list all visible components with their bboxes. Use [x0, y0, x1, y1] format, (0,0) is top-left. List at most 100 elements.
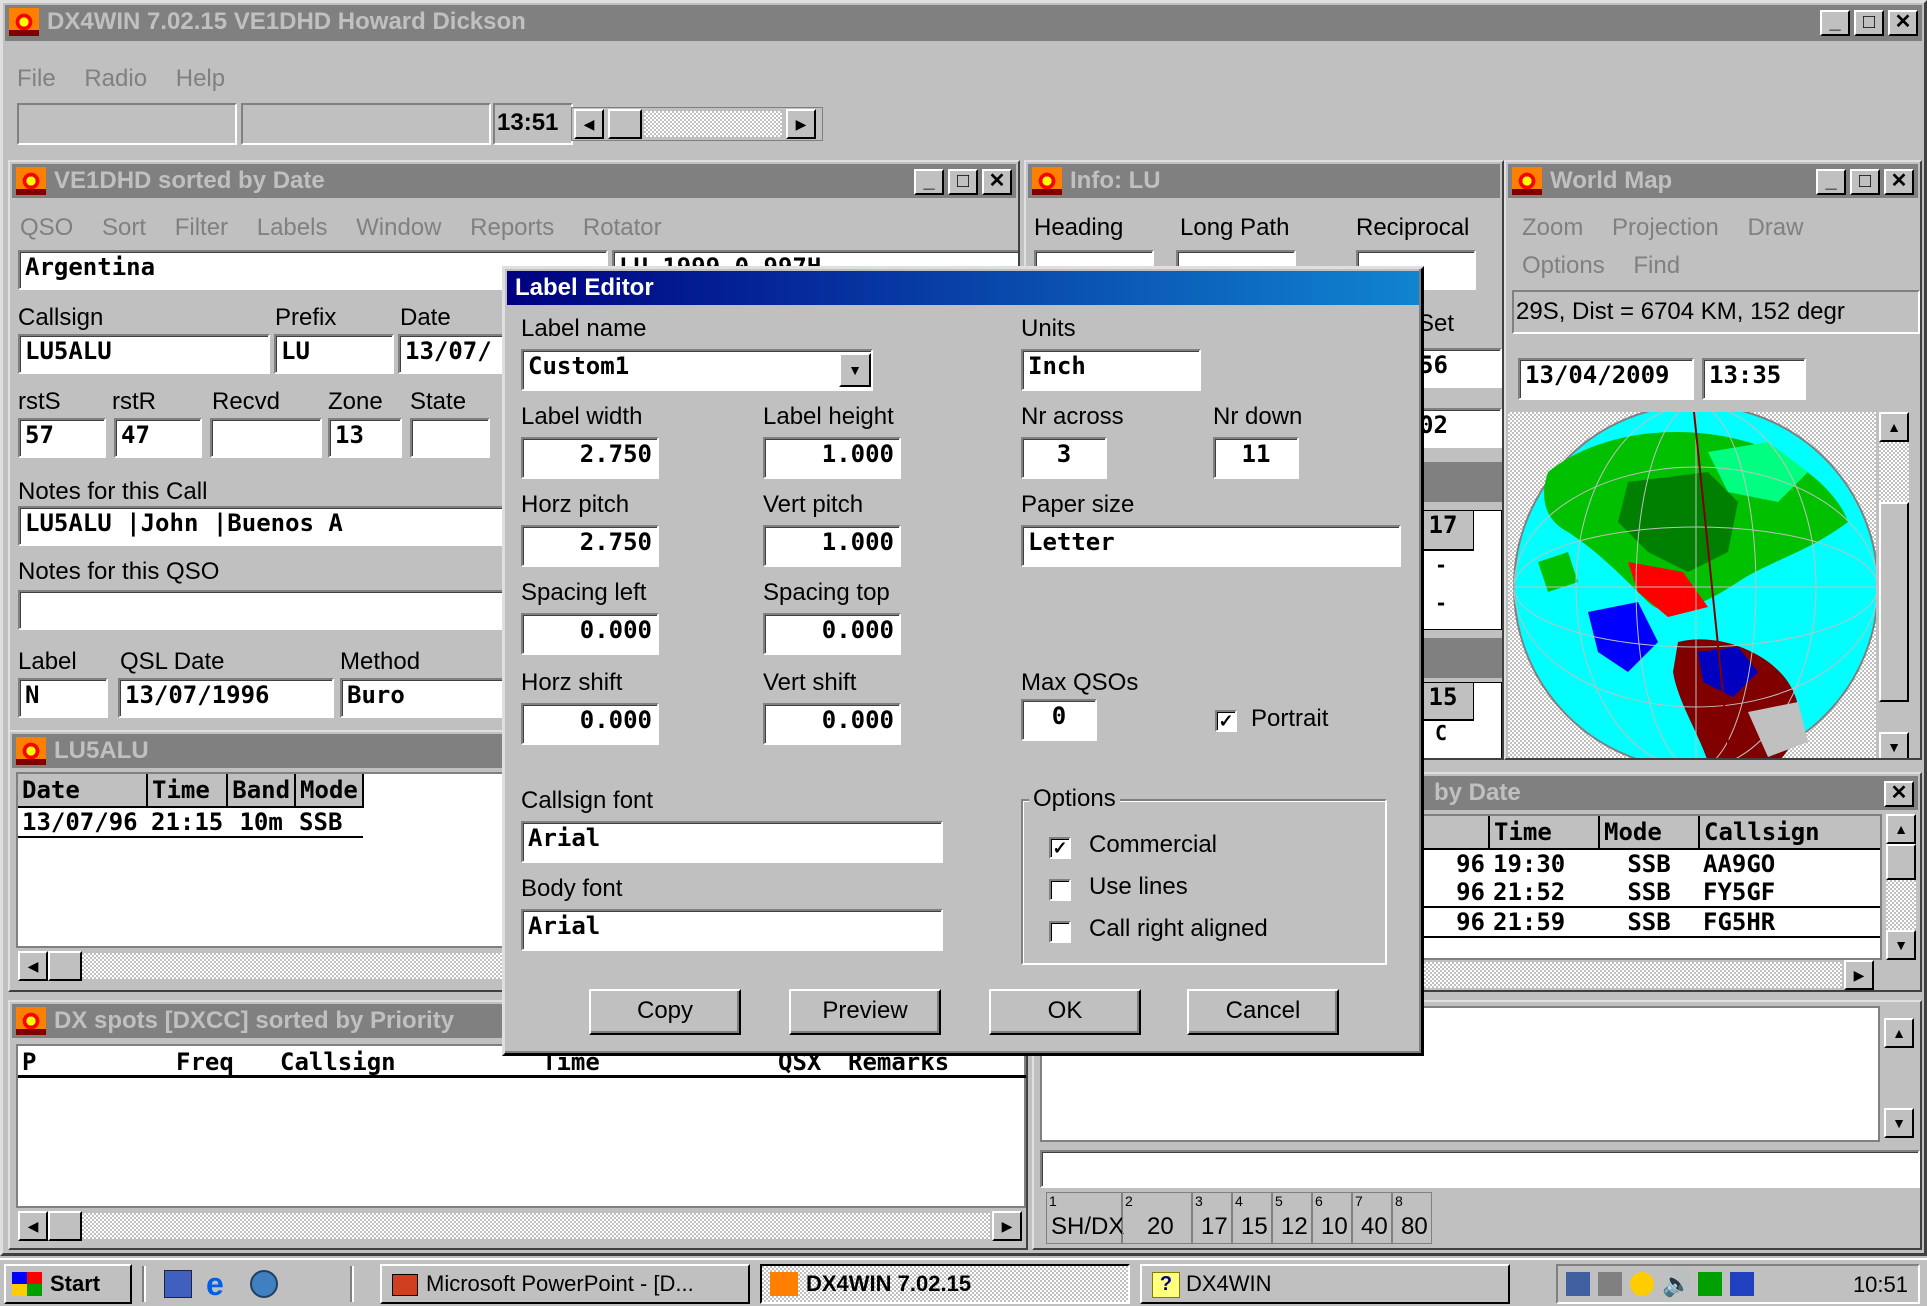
horz-shift-field[interactable]: 0.000	[521, 703, 659, 745]
rsts-field[interactable]: 57	[18, 418, 106, 458]
scroll-up-button[interactable]: ▲	[1886, 814, 1916, 844]
label-field[interactable]: N	[18, 678, 108, 718]
taskbar-item-powerpoint[interactable]: Microsoft PowerPoint - [D...	[380, 1264, 750, 1304]
scroll-left-button[interactable]: ◀	[18, 1211, 48, 1241]
col-freq[interactable]: Freq	[176, 1048, 234, 1076]
menu-help[interactable]: Help	[176, 65, 225, 92]
prefix-field[interactable]: LU	[274, 334, 394, 374]
band-tab-17[interactable]: 3 17	[1192, 1192, 1232, 1244]
col-mode[interactable]: Mode	[1599, 816, 1700, 849]
band-tab-12[interactable]: 5 12	[1272, 1192, 1312, 1244]
scroll-thumb[interactable]	[1886, 844, 1916, 880]
log-close-button[interactable]: ✕	[982, 169, 1012, 195]
table-row[interactable]: 13/07/96 21:15 10m SSB	[18, 807, 363, 837]
menu-sort[interactable]: Sort	[102, 214, 146, 241]
globe-map-view[interactable]	[1508, 412, 1876, 758]
tray-clock[interactable]: 10:51	[1853, 1272, 1908, 1298]
main-title-bar[interactable]: DX4WIN 7.02.15 VE1DHD Howard Dickson _ □…	[5, 5, 1922, 41]
copy-button[interactable]: Copy	[589, 989, 741, 1035]
dialog-title-bar[interactable]: Label Editor	[507, 271, 1419, 305]
qsl-date-field[interactable]: 13/07/1996	[118, 678, 334, 718]
menu-labels[interactable]: Labels	[257, 214, 328, 241]
start-button[interactable]: Start	[4, 1264, 132, 1304]
map-time-field[interactable]: 13:35	[1702, 358, 1806, 400]
menu-filter[interactable]: Filter	[175, 214, 228, 241]
band-tab-10[interactable]: 6 10	[1312, 1192, 1352, 1244]
menu-projection[interactable]: Projection	[1612, 214, 1719, 241]
scroll-track[interactable]	[82, 1213, 990, 1239]
info-value-2[interactable]: 02	[1412, 408, 1502, 448]
callsign-font-field[interactable]: Arial	[521, 821, 943, 863]
spacing-top-field[interactable]: 0.000	[763, 613, 901, 655]
tray-arrow-icon[interactable]	[1730, 1272, 1754, 1296]
col-p[interactable]: P	[22, 1048, 36, 1076]
taskbar-item-dx4win[interactable]: ? DX4WIN	[1140, 1264, 1510, 1304]
menu-window[interactable]: Window	[356, 214, 441, 241]
portrait-checkbox[interactable]: ✓	[1215, 710, 1237, 732]
tray-printer-icon[interactable]	[1598, 1272, 1622, 1296]
close-button[interactable]: ✕	[1888, 10, 1918, 36]
scroll-thumb[interactable]	[48, 1211, 82, 1241]
label-width-field[interactable]: 2.750	[521, 437, 659, 479]
scroll-right-button[interactable]: ▶	[786, 109, 816, 139]
scroll-left-button[interactable]: ◀	[18, 951, 48, 981]
quick-launch-outlook-icon[interactable]	[250, 1270, 278, 1298]
nr-across-field[interactable]: 3	[1021, 437, 1107, 479]
map-close-button[interactable]: ✕	[1884, 169, 1914, 195]
col-mode[interactable]: Mode	[295, 774, 364, 807]
menu-draw[interactable]: Draw	[1747, 214, 1803, 241]
band-tab-40[interactable]: 7 40	[1352, 1192, 1392, 1244]
log-title-bar[interactable]: VE1DHD sorted by Date _ □ ✕	[12, 164, 1016, 198]
use-lines-checkbox[interactable]	[1049, 879, 1071, 901]
portrait-label[interactable]: Portrait	[1251, 705, 1328, 733]
scroll-thumb[interactable]	[48, 951, 82, 981]
col-time[interactable]: Time	[1489, 816, 1600, 849]
body-font-field[interactable]: Arial	[521, 909, 943, 951]
clock-scrollbar[interactable]: ◀ ▶	[571, 107, 823, 141]
scroll-left-button[interactable]: ◀	[574, 109, 604, 139]
scroll-track[interactable]	[1886, 880, 1916, 930]
map-scroll-thumb[interactable]	[1879, 502, 1909, 702]
map-scroll-up-button[interactable]: ▲	[1879, 412, 1909, 442]
map-vscrollbar[interactable]: ▲ ▼	[1876, 412, 1912, 758]
info-title-bar[interactable]: Info: LU	[1028, 164, 1500, 198]
by-date-vscrollbar[interactable]: ▲ ▼	[1884, 814, 1918, 960]
lu5alu-title-bar[interactable]: LU5ALU	[12, 734, 514, 768]
commercial-checkbox[interactable]: ✓	[1049, 837, 1071, 859]
band-tab-20[interactable]: 2 20	[1122, 1192, 1192, 1244]
rstr-field[interactable]: 47	[114, 418, 202, 458]
lu5alu-hscrollbar[interactable]: ◀	[16, 950, 516, 982]
menu-zoom[interactable]: Zoom	[1522, 214, 1583, 241]
scroll-right-button[interactable]: ▶	[1844, 960, 1874, 990]
band-tab-shdx[interactable]: 1 SH/DX	[1046, 1192, 1124, 1244]
menu-reports[interactable]: Reports	[470, 214, 554, 241]
horz-pitch-field[interactable]: 2.750	[521, 525, 659, 567]
tray-network-icon[interactable]	[1566, 1272, 1590, 1296]
col-callsign[interactable]: Callsign	[1699, 816, 1880, 849]
recvd-field[interactable]	[210, 418, 322, 458]
vert-shift-field[interactable]: 0.000	[763, 703, 901, 745]
scroll-right-button[interactable]: ▶	[992, 1211, 1022, 1241]
scroll-up-button[interactable]: ▲	[1884, 1018, 1914, 1048]
call-right-aligned-checkbox[interactable]	[1049, 921, 1071, 943]
preview-button[interactable]: Preview	[789, 989, 941, 1035]
callsign-field[interactable]: LU5ALU	[18, 334, 270, 374]
scroll-track[interactable]	[644, 111, 782, 137]
col-time[interactable]: Time	[147, 774, 229, 807]
menu-radio[interactable]: Radio	[84, 65, 147, 92]
vert-pitch-field[interactable]: 1.000	[763, 525, 901, 567]
col-band[interactable]: Band	[227, 774, 297, 807]
label-name-select[interactable]: Custom1	[521, 349, 873, 391]
nr-down-field[interactable]: 11	[1213, 437, 1299, 479]
tray-volume-icon[interactable]: 🔊	[1662, 1270, 1692, 1299]
max-qsos-field[interactable]: 0	[1021, 699, 1097, 741]
quick-launch-ie-icon[interactable]: e	[206, 1268, 238, 1300]
by-date-close-button[interactable]: ✕	[1884, 781, 1914, 807]
scroll-down-button[interactable]: ▼	[1886, 930, 1916, 960]
band-spot-vscrollbar[interactable]: ▲ ▼	[1882, 1006, 1916, 1142]
band-tab-80[interactable]: 8 80	[1392, 1192, 1432, 1244]
units-field[interactable]: Inch	[1021, 349, 1201, 391]
menu-rotator[interactable]: Rotator	[583, 214, 662, 241]
ok-button[interactable]: OK	[989, 989, 1141, 1035]
scroll-track[interactable]	[82, 953, 514, 979]
